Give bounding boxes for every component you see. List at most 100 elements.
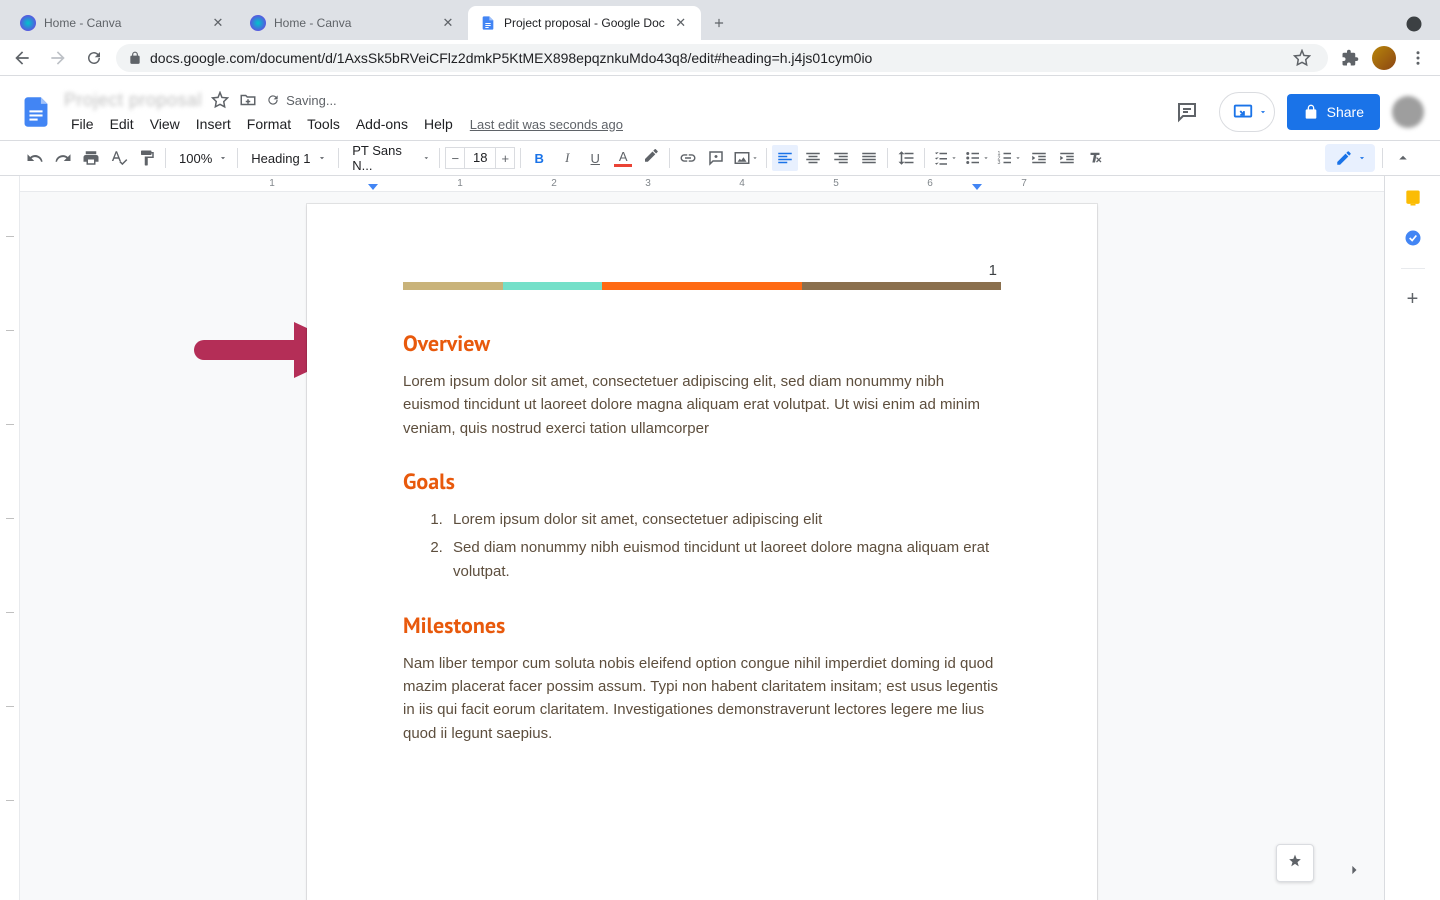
menu-help[interactable]: Help (417, 114, 460, 134)
menu-insert[interactable]: Insert (189, 114, 238, 134)
formatting-toolbar: 100% Heading 1 PT Sans N... − 18 + B I U… (0, 140, 1440, 176)
indent-marker-left[interactable] (368, 184, 378, 190)
print-button[interactable] (78, 145, 104, 171)
align-right-button[interactable] (828, 145, 854, 171)
profile-indicator-icon[interactable] (1404, 14, 1424, 34)
align-left-button[interactable] (772, 145, 798, 171)
last-edit-link[interactable]: Last edit was seconds ago (470, 117, 623, 132)
increase-indent-button[interactable] (1054, 145, 1080, 171)
star-icon[interactable] (1288, 44, 1316, 72)
favicon-canva (20, 15, 36, 31)
account-avatar[interactable] (1392, 96, 1424, 128)
close-icon[interactable]: ✕ (210, 15, 226, 31)
collapse-sidepanel-button[interactable] (1342, 858, 1366, 882)
hide-menus-button[interactable] (1390, 145, 1416, 171)
browser-tab[interactable]: Home - Canva ✕ (8, 6, 238, 40)
bold-button[interactable]: B (526, 145, 552, 171)
menu-file[interactable]: File (64, 114, 101, 134)
move-icon[interactable] (238, 90, 258, 110)
back-button[interactable] (8, 44, 36, 72)
highlight-button[interactable] (638, 145, 664, 171)
document-page[interactable]: 1 Overview Lorem ipsum dolor sit amet, c… (307, 204, 1097, 900)
menu-addons[interactable]: Add-ons (349, 114, 415, 134)
heading-goals[interactable]: Goals (403, 468, 1001, 496)
side-panel: + (1384, 176, 1440, 900)
font-size-stepper[interactable]: − 18 + (445, 147, 515, 169)
menu-edit[interactable]: Edit (103, 114, 141, 134)
document-title[interactable]: Project proposal (64, 90, 202, 111)
redo-button[interactable] (50, 145, 76, 171)
align-center-button[interactable] (800, 145, 826, 171)
insert-comment-button[interactable] (703, 145, 729, 171)
indent-marker-right[interactable] (972, 184, 982, 190)
insert-link-button[interactable] (675, 145, 701, 171)
svg-text:3: 3 (998, 160, 1001, 166)
extensions-icon[interactable] (1336, 44, 1364, 72)
explore-button[interactable] (1276, 844, 1314, 882)
tasks-icon[interactable] (1403, 228, 1423, 248)
vertical-ruler (0, 176, 20, 900)
paragraph-milestones[interactable]: Nam liber tempor cum soluta nobis eleife… (403, 652, 1001, 745)
insert-image-button[interactable] (731, 145, 761, 171)
menu-tools[interactable]: Tools (300, 114, 347, 134)
increase-font-button[interactable]: + (495, 147, 515, 169)
line-spacing-button[interactable] (893, 145, 919, 171)
lock-icon (128, 51, 142, 65)
font-select[interactable]: PT Sans N... (344, 146, 434, 170)
numbered-list-button[interactable]: 123 (994, 145, 1024, 171)
bulleted-list-button[interactable] (962, 145, 992, 171)
undo-button[interactable] (22, 145, 48, 171)
paragraph-style-select[interactable]: Heading 1 (243, 146, 333, 170)
list-item[interactable]: Lorem ipsum dolor sit amet, consectetuer… (447, 508, 1001, 532)
forward-button[interactable] (44, 44, 72, 72)
share-label: Share (1327, 104, 1364, 120)
paragraph-overview[interactable]: Lorem ipsum dolor sit amet, consectetuer… (403, 370, 1001, 440)
menu-format[interactable]: Format (240, 114, 298, 134)
goals-list[interactable]: Lorem ipsum dolor sit amet, consectetuer… (403, 508, 1001, 584)
present-button[interactable] (1219, 92, 1275, 132)
editing-mode-button[interactable] (1325, 144, 1375, 172)
underline-button[interactable]: U (582, 145, 608, 171)
docs-logo[interactable] (16, 92, 56, 132)
browser-tab-active[interactable]: Project proposal - Google Doc ✕ (468, 6, 701, 40)
decrease-indent-button[interactable] (1026, 145, 1052, 171)
heading-milestones[interactable]: Milestones (403, 612, 1001, 640)
decrease-font-button[interactable]: − (445, 147, 465, 169)
browser-toolbar: docs.google.com/document/d/1AxsSk5bRVeiC… (0, 40, 1440, 76)
tab-title: Home - Canva (44, 16, 202, 30)
heading-overview[interactable]: Overview (403, 330, 1001, 358)
menubar: File Edit View Insert Format Tools Add-o… (64, 112, 1159, 136)
kebab-menu-icon[interactable] (1404, 44, 1432, 72)
header-color-band (403, 282, 1001, 290)
tab-title: Project proposal - Google Doc (504, 16, 665, 30)
document-area[interactable]: 1 1 2 3 4 5 6 7 1 Overview Lorem ips (20, 176, 1384, 900)
comments-icon[interactable] (1167, 92, 1207, 132)
font-size-value[interactable]: 18 (465, 147, 495, 169)
zoom-select[interactable]: 100% (171, 146, 232, 170)
italic-button[interactable]: I (554, 145, 580, 171)
reload-button[interactable] (80, 44, 108, 72)
menu-view[interactable]: View (143, 114, 187, 134)
horizontal-ruler[interactable]: 1 1 2 3 4 5 6 7 (20, 176, 1384, 192)
close-icon[interactable]: ✕ (440, 15, 456, 31)
url-text: docs.google.com/document/d/1AxsSk5bRVeiC… (150, 50, 1280, 66)
address-bar[interactable]: docs.google.com/document/d/1AxsSk5bRVeiC… (116, 44, 1328, 72)
profile-avatar[interactable] (1372, 46, 1396, 70)
favicon-docs (480, 15, 496, 31)
align-justify-button[interactable] (856, 145, 882, 171)
keep-icon[interactable] (1403, 188, 1423, 208)
paint-format-button[interactable] (134, 145, 160, 171)
docs-header: Project proposal Saving... File Edit Vie… (0, 76, 1440, 140)
saving-text: Saving... (286, 93, 337, 108)
new-tab-button[interactable] (705, 9, 733, 37)
add-addon-button[interactable]: + (1403, 289, 1423, 309)
list-item[interactable]: Sed diam nonummy nibh euismod tincidunt … (447, 536, 1001, 584)
browser-tab[interactable]: Home - Canva ✕ (238, 6, 468, 40)
star-icon[interactable] (210, 90, 230, 110)
checklist-button[interactable] (930, 145, 960, 171)
clear-formatting-button[interactable] (1082, 145, 1108, 171)
text-color-button[interactable]: A (610, 145, 636, 171)
spellcheck-button[interactable] (106, 145, 132, 171)
close-icon[interactable]: ✕ (673, 15, 689, 31)
share-button[interactable]: Share (1287, 94, 1380, 130)
